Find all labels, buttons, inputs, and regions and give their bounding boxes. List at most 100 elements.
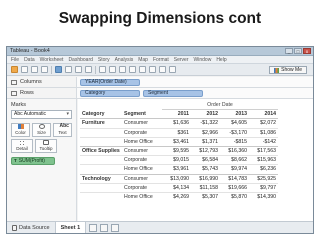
value-cell[interactable]: $8,662 (220, 155, 249, 165)
value-cell[interactable]: $13,090 (162, 173, 191, 184)
menu-worksheet[interactable]: Worksheet (40, 56, 64, 63)
value-cell[interactable]: -$1,322 (191, 118, 220, 129)
value-cell[interactable]: $3,961 (162, 164, 191, 175)
tableau-logo-icon[interactable] (11, 66, 18, 73)
pill-segment[interactable]: Segment (143, 89, 203, 97)
menu-file[interactable]: File (11, 56, 19, 63)
value-cell[interactable]: $361 (162, 127, 191, 138)
value-cell[interactable]: $4,269 (162, 192, 191, 202)
category-cell: Office Supplies (80, 146, 122, 156)
undo-icon[interactable] (21, 66, 28, 73)
category-header[interactable]: Category (80, 110, 122, 119)
menu-window[interactable]: Window (194, 56, 212, 63)
category-cell: Furniture (80, 118, 122, 129)
value-cell[interactable]: $1,371 (191, 136, 220, 147)
color-button[interactable]: Color (11, 123, 30, 137)
maximize-button[interactable]: □ (294, 48, 302, 54)
detail-button[interactable]: Detail (11, 139, 33, 153)
mark-type-prefix: Abc (14, 111, 23, 117)
fit-icon[interactable] (159, 66, 166, 73)
value-cell[interactable]: $15,963 (249, 155, 278, 165)
sum-profit-pill[interactable]: T SUM(Profit) (11, 157, 55, 165)
value-cell[interactable]: $1,636 (162, 118, 191, 129)
menu-server[interactable]: Server (174, 56, 189, 63)
value-cell[interactable]: $16,990 (191, 173, 220, 184)
redo-icon[interactable] (31, 66, 38, 73)
year-header[interactable]: 2012 (191, 110, 220, 119)
window-title: Tableau - Book4 (10, 47, 50, 54)
table-row: Home Office $3,961 $5,743 $9,974 $6,236 (80, 164, 278, 175)
value-cell[interactable]: $11,158 (191, 182, 220, 193)
value-cell[interactable]: -$142 (249, 136, 278, 147)
year-header[interactable]: 2014 (249, 110, 278, 119)
window-controls: _ □ x (285, 48, 311, 54)
sheet-tab-bar: Data Source Sheet 1 (7, 221, 313, 233)
new-datasource-icon[interactable] (55, 66, 62, 73)
sheet-1-tab[interactable]: Sheet 1 (55, 222, 87, 233)
menu-dashboard[interactable]: Dashboard (68, 56, 92, 63)
swap-icon[interactable] (99, 66, 106, 73)
text-encoding-icon: T (14, 158, 17, 163)
value-cell[interactable]: $6,584 (191, 155, 220, 165)
value-cell[interactable]: $19,666 (220, 182, 249, 193)
value-cell[interactable]: $6,236 (249, 164, 278, 175)
value-cell[interactable]: $3,461 (162, 136, 191, 147)
columns-label: Columns (20, 79, 42, 85)
blank-header (80, 101, 122, 110)
value-cell[interactable]: $9,974 (220, 164, 249, 175)
pill-category[interactable]: Category (80, 89, 140, 97)
menu-help[interactable]: Help (216, 56, 226, 63)
mark-type-value: Automatic (23, 111, 46, 117)
data-source-tab[interactable]: Data Source (7, 222, 56, 233)
sort-ascending-icon[interactable] (109, 66, 116, 73)
value-cell[interactable]: $2,072 (249, 118, 278, 129)
new-story-icon[interactable] (111, 223, 120, 232)
menu-map[interactable]: Map (138, 56, 148, 63)
year-header[interactable]: 2013 (220, 110, 249, 119)
presentation-icon[interactable] (169, 66, 176, 73)
value-cell[interactable]: $25,925 (249, 173, 278, 184)
menu-format[interactable]: Format (153, 56, 169, 63)
tooltip-button[interactable]: Tooltip (35, 139, 57, 153)
highlight-icon[interactable] (129, 66, 136, 73)
label-icon[interactable] (149, 66, 156, 73)
value-cell[interactable]: -$3,170 (220, 127, 249, 138)
pill-year-order-date[interactable]: YEAR(Order Date) (80, 78, 140, 86)
mark-type-select[interactable]: Abc Automatic ▾ (11, 110, 72, 119)
minimize-button[interactable]: _ (285, 48, 293, 54)
value-cell[interactable]: $9,797 (249, 182, 278, 193)
value-cell[interactable]: $9,595 (162, 146, 191, 156)
value-cell[interactable]: $1,086 (249, 127, 278, 138)
close-button[interactable]: x (303, 48, 311, 54)
value-cell[interactable]: $14,390 (249, 192, 278, 202)
show-me-button[interactable]: Show Me (269, 66, 307, 74)
new-worksheet-icon[interactable] (65, 66, 72, 73)
group-icon[interactable] (139, 66, 146, 73)
clear-icon[interactable] (85, 66, 92, 73)
value-cell[interactable]: $5,307 (191, 192, 220, 202)
value-cell[interactable]: $17,563 (249, 146, 278, 156)
value-cell[interactable]: $2,966 (191, 127, 220, 138)
year-header[interactable]: 2011 (162, 110, 191, 119)
text-button[interactable]: Abc Text (53, 123, 72, 137)
size-button[interactable]: Size (32, 123, 51, 137)
value-cell[interactable]: $4,605 (220, 118, 249, 129)
duplicate-icon[interactable] (75, 66, 82, 73)
segment-cell: Consumer (122, 118, 162, 129)
segment-header[interactable]: Segment (122, 110, 162, 119)
menu-story[interactable]: Story (98, 56, 110, 63)
menu-data[interactable]: Data (24, 56, 35, 63)
value-cell[interactable]: $9,015 (162, 155, 191, 165)
value-cell[interactable]: $4,134 (162, 182, 191, 193)
value-cell[interactable]: $5,743 (191, 164, 220, 175)
value-cell[interactable]: $5,870 (220, 192, 249, 202)
new-sheet-icon[interactable] (89, 223, 98, 232)
menu-analysis[interactable]: Analysis (115, 56, 134, 63)
value-cell[interactable]: $16,360 (220, 146, 249, 156)
save-icon[interactable] (41, 66, 48, 73)
value-cell[interactable]: -$815 (220, 136, 249, 147)
value-cell[interactable]: $14,783 (220, 173, 249, 184)
value-cell[interactable]: $12,793 (191, 146, 220, 156)
sort-descending-icon[interactable] (119, 66, 126, 73)
new-dashboard-icon[interactable] (100, 223, 109, 232)
